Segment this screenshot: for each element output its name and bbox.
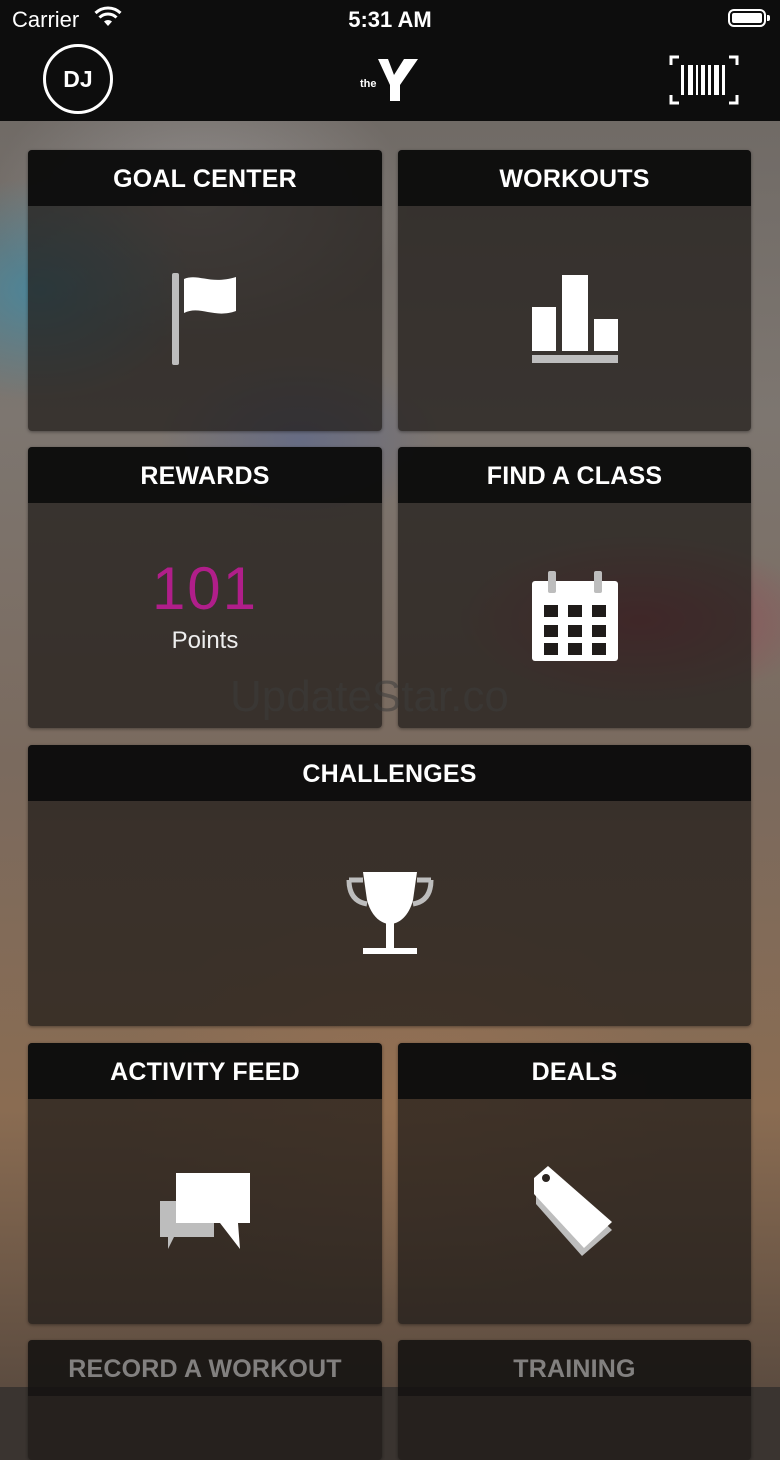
trophy-icon <box>346 871 433 954</box>
tile-record-a-workout-title: RECORD A WORKOUT <box>28 1340 382 1396</box>
tile-goal-center[interactable]: GOAL CENTER <box>28 150 382 431</box>
tile-workouts[interactable]: WORKOUTS <box>398 150 751 431</box>
avatar-initials: DJ <box>63 65 93 92</box>
svg-text:the: the <box>360 78 377 90</box>
tag-icon <box>533 1165 612 1256</box>
clock: 5:31 AM <box>348 7 432 32</box>
tile-find-a-class[interactable]: FIND A CLASS <box>398 447 751 728</box>
barcode-icon[interactable] <box>669 55 739 105</box>
bar-chart-icon <box>531 274 618 363</box>
tile-rewards-title: REWARDS <box>28 447 382 503</box>
battery-icon <box>728 9 770 27</box>
tile-training-title: TRAINING <box>398 1340 751 1396</box>
tile-workouts-title: WORKOUTS <box>398 150 751 206</box>
rewards-points-label: Points <box>171 626 239 654</box>
tile-record-a-workout[interactable]: RECORD A WORKOUT <box>28 1340 382 1460</box>
tile-challenges[interactable]: CHALLENGES <box>28 745 751 1026</box>
tile-activity-feed[interactable]: ACTIVITY FEED <box>28 1043 382 1324</box>
tile-find-a-class-title: FIND A CLASS <box>398 447 751 503</box>
tile-challenges-title: CHALLENGES <box>28 745 751 801</box>
tile-goal-center-title: GOAL CENTER <box>28 150 382 206</box>
rewards-points-value: 101 <box>151 554 259 622</box>
tile-rewards[interactable]: REWARDS 101 Points <box>28 447 382 728</box>
tile-activity-feed-title: ACTIVITY FEED <box>28 1043 382 1099</box>
top-bar: Carrier 5:31 AM DJ the <box>0 0 780 121</box>
flag-icon <box>172 273 236 365</box>
tile-deals[interactable]: DEALS <box>398 1043 751 1324</box>
tile-deals-title: DEALS <box>398 1043 751 1099</box>
calendar-icon <box>531 570 618 661</box>
chat-bubbles-icon <box>159 1172 250 1249</box>
ymca-logo[interactable]: the <box>360 55 420 103</box>
tile-training[interactable]: TRAINING <box>398 1340 751 1460</box>
avatar[interactable]: DJ <box>43 44 113 114</box>
status-bar: Carrier 5:31 AM <box>0 0 780 40</box>
